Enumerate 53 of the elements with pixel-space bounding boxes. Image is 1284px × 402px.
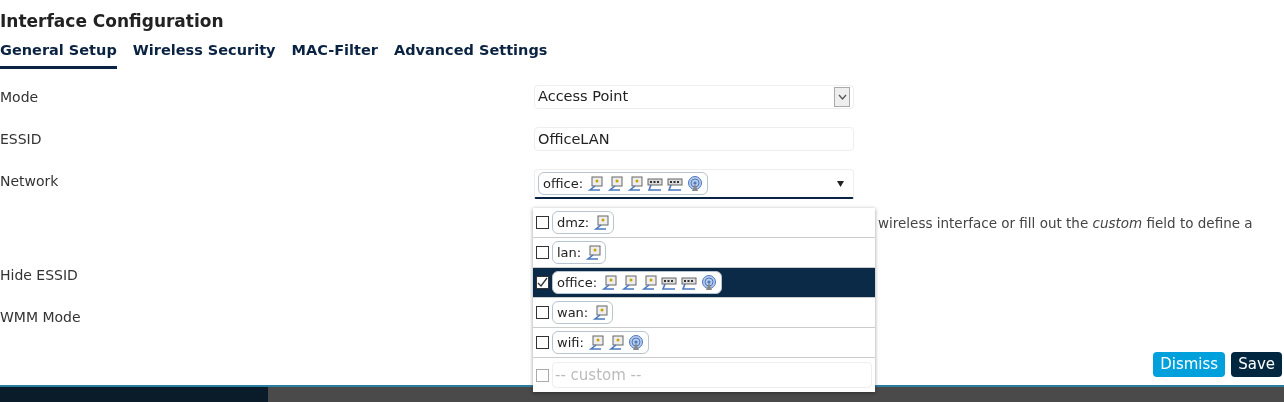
caret-icon: [837, 94, 847, 100]
help-text: wireless interface or fill out the custom field to define a: [878, 214, 1254, 233]
checkbox[interactable]: [536, 306, 549, 319]
network-name: office:: [543, 174, 584, 193]
caret-icon: [837, 180, 844, 187]
network-option[interactable]: office:: [533, 268, 875, 298]
network-port-icon: [585, 244, 602, 261]
field-label: ESSID: [0, 130, 43, 149]
network-option[interactable]: dmz:: [533, 208, 875, 238]
network-port-icon: [593, 214, 610, 231]
select-value: Access Point: [538, 87, 629, 107]
tab[interactable]: General Setup: [0, 40, 117, 69]
network-switch-icon: [661, 274, 678, 291]
wireless-icon: [687, 175, 704, 192]
tab[interactable]: Advanced Settings: [393, 40, 548, 69]
network-name: lan:: [557, 243, 582, 262]
tab[interactable]: Wireless Security: [132, 40, 276, 69]
network-port-icon: [587, 334, 604, 351]
network-name: wan:: [557, 303, 589, 322]
checkbox[interactable]: [536, 246, 549, 259]
network-port-icon: [601, 274, 618, 291]
network-name: wifi:: [557, 333, 584, 352]
checkbox[interactable]: [536, 368, 549, 382]
network-port-icon: [592, 304, 609, 321]
field-label: Network: [0, 172, 60, 191]
network-switch-icon: [647, 175, 664, 192]
network-port-icon: [621, 274, 638, 291]
network-port-icon: [627, 175, 644, 192]
custom-field[interactable]: -- custom --: [552, 362, 872, 388]
page-title: Interface Configuration: [0, 10, 225, 33]
network-port-icon: [587, 175, 604, 192]
network-select[interactable]: office:: [534, 169, 854, 199]
network-port-icon: [607, 334, 624, 351]
wireless-icon: [701, 274, 718, 291]
network-name: office:: [557, 273, 598, 292]
wireless-icon: [627, 334, 644, 351]
checkbox[interactable]: [536, 276, 549, 289]
network-option[interactable]: wan:: [533, 298, 875, 328]
network-switch-icon: [667, 175, 684, 192]
network-port-icon: [607, 175, 624, 192]
field-label: Hide ESSID: [0, 266, 79, 285]
save-button[interactable]: Save: [1231, 352, 1282, 377]
text-field[interactable]: OfficeLAN: [534, 127, 854, 151]
checkbox[interactable]: [536, 216, 549, 229]
network-switch-icon: [681, 274, 698, 291]
network-port-icon: [641, 274, 658, 291]
field-label: Mode: [0, 88, 40, 107]
checkbox[interactable]: [536, 336, 549, 349]
network-name: dmz:: [557, 213, 590, 232]
tab[interactable]: MAC-Filter: [291, 40, 378, 69]
field-label: WMM Mode: [0, 308, 82, 327]
network-option[interactable]: wifi:: [533, 328, 875, 358]
select-field[interactable]: Access Point: [534, 85, 854, 109]
